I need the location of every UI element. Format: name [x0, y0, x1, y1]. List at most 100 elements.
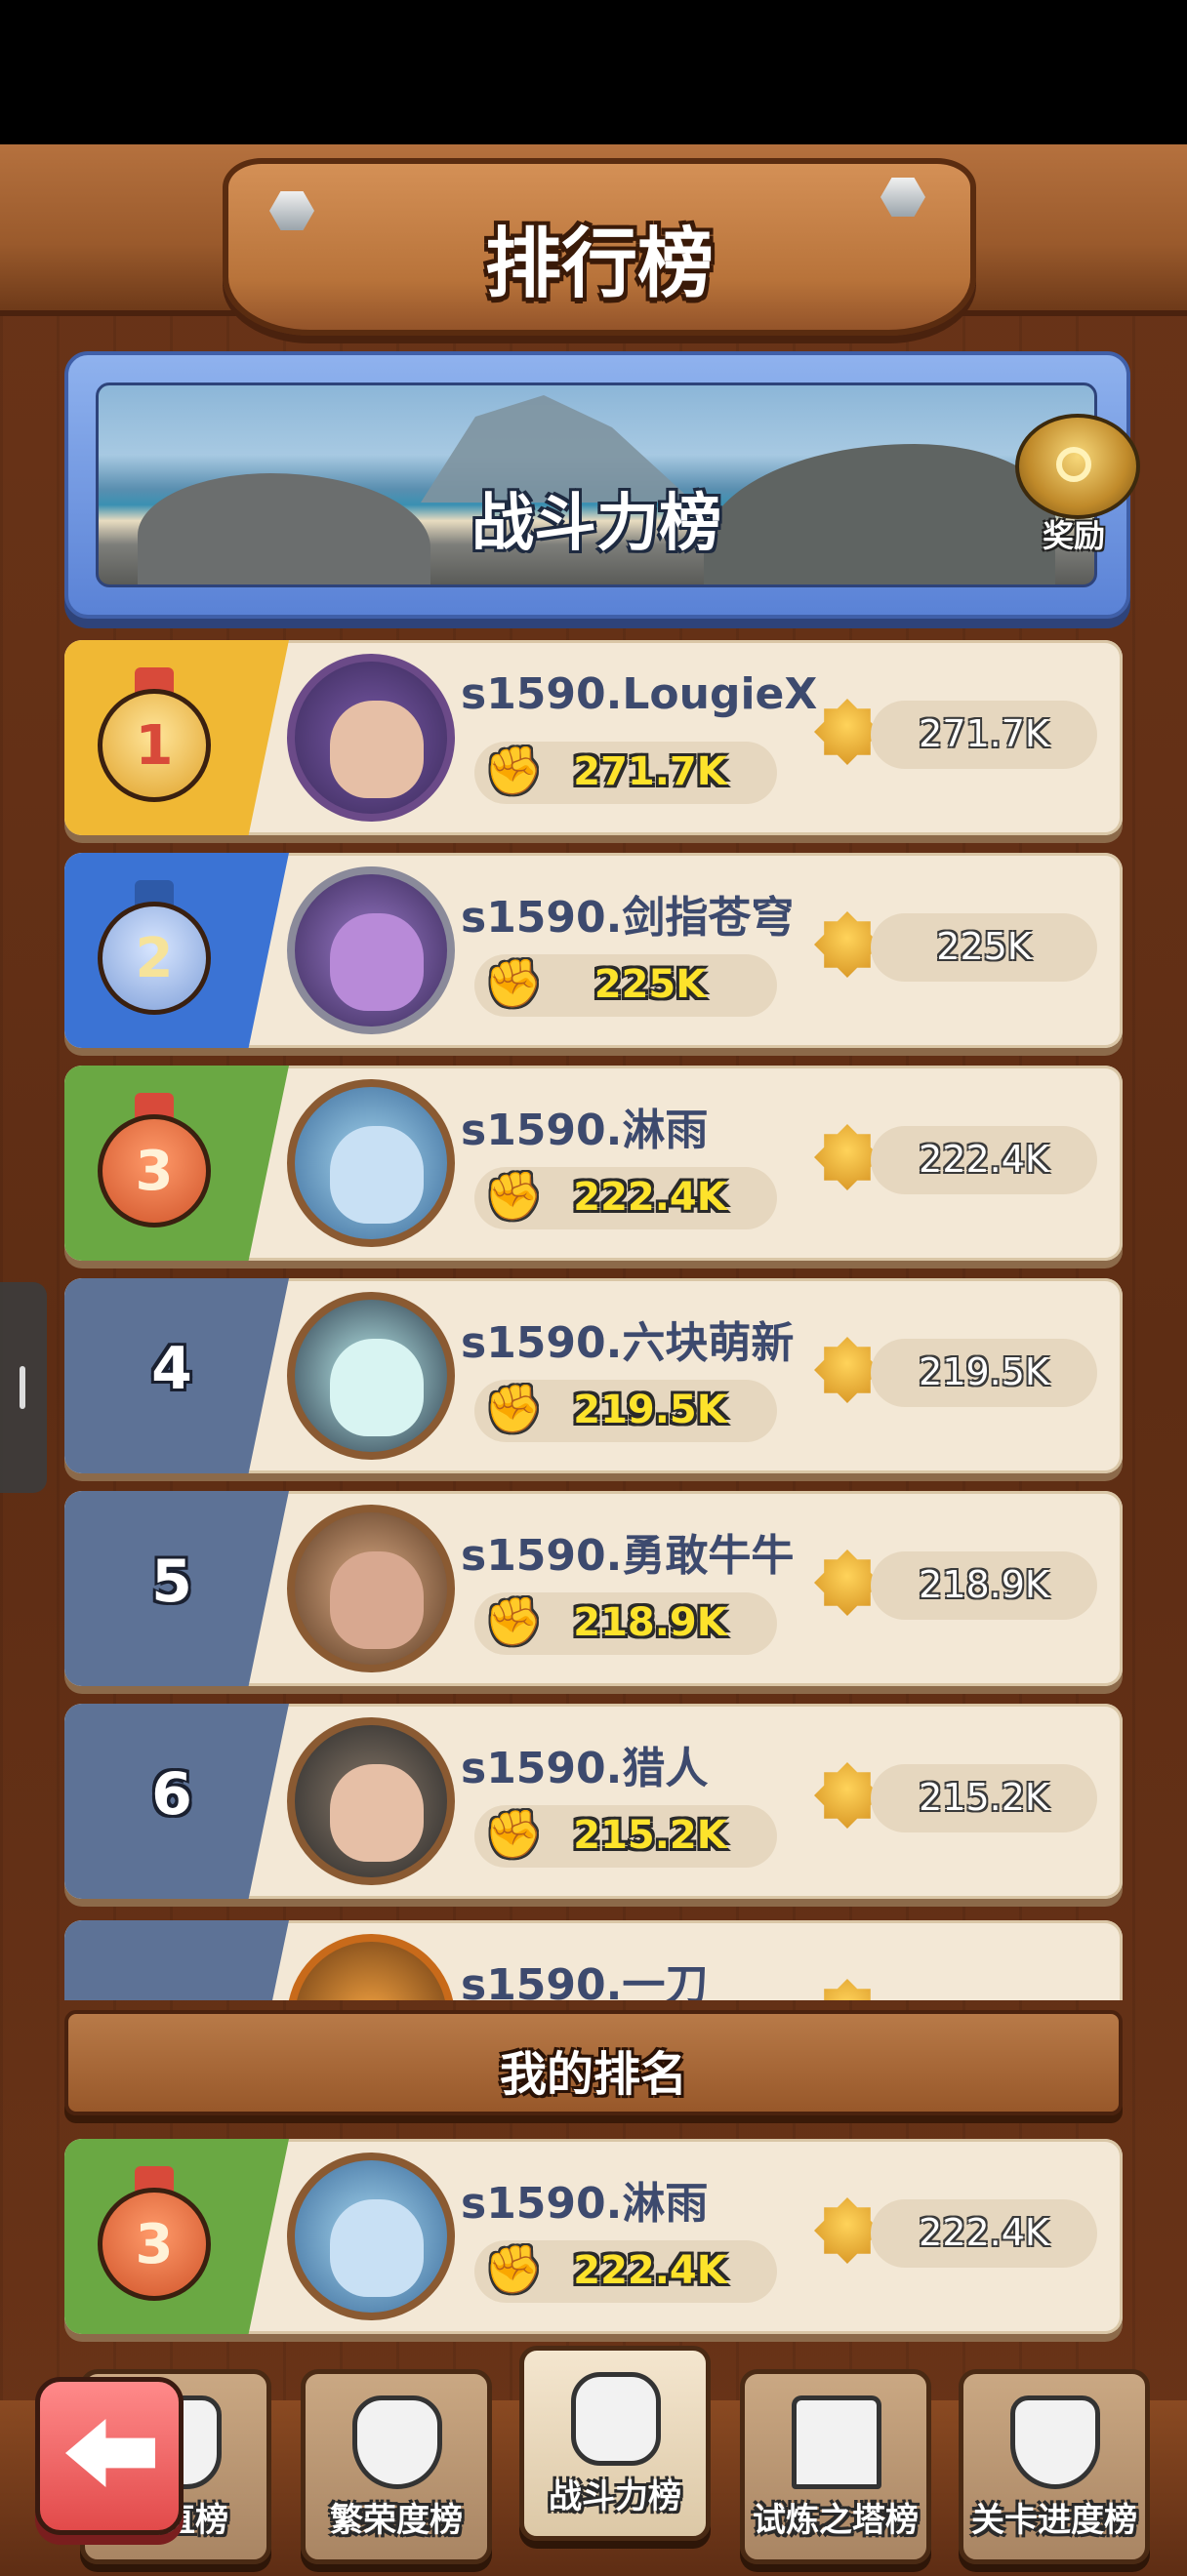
power-value: 222.4K	[573, 2248, 727, 2293]
player-name: s1590.猎人	[461, 1744, 709, 1793]
fist-icon	[571, 2372, 661, 2466]
score-pill: 271.7K	[871, 701, 1097, 769]
banner-title: 战斗力榜	[471, 488, 721, 560]
score-value: 271.7K	[919, 712, 1049, 755]
side-drawer-handle[interactable]	[0, 1282, 47, 1493]
rank-number: 5	[151, 1548, 192, 1616]
banner-scenery: 战斗力榜	[96, 382, 1097, 587]
leaderboard-row-partial[interactable]: s1590.一刀	[64, 1920, 1123, 2000]
power-value: 271.7K	[573, 749, 727, 794]
leaderboard-banner: 战斗力榜 奖励	[64, 351, 1140, 619]
score-pill: 218.9K	[871, 1551, 1097, 1620]
player-name: s1590.六块萌新	[461, 1318, 795, 1368]
fist-icon: ✊	[484, 1169, 543, 1224]
rank-panel: 1	[64, 640, 289, 835]
avatar[interactable]	[287, 866, 455, 1034]
tab-label: 繁荣度榜	[330, 2501, 463, 2540]
score-pill: 219.5K	[871, 1339, 1097, 1407]
my-rank-row[interactable]: 3 s1590.淋雨 ✊ 222.4K 222.4K	[64, 2139, 1123, 2334]
power-value: 225K	[594, 962, 707, 1007]
reward-chest-icon	[1015, 414, 1140, 519]
score-value: 219.5K	[919, 1350, 1049, 1393]
rank-panel: 2	[64, 853, 289, 1048]
fist-icon: ✊	[484, 2242, 543, 2297]
power-pill: ✊ 218.9K	[474, 1592, 777, 1655]
leaderboard-row[interactable]: 1 s1590.LougieX ✊ 271.7K 271.7K	[64, 640, 1123, 835]
avatar[interactable]	[287, 1934, 455, 2000]
page-title: 排行榜	[484, 221, 714, 308]
silver-medal-icon: 2	[94, 880, 215, 1017]
rank-panel	[64, 1920, 289, 2000]
rank-number: 4	[151, 1335, 192, 1403]
player-name: s1590.剑指苍穹	[461, 893, 795, 943]
leaderboard-row[interactable]: 3 s1590.淋雨 ✊ 222.4K 222.4K	[64, 1066, 1123, 1261]
tab-combat-power[interactable]: 战斗力榜	[519, 2346, 711, 2541]
rank-panel: 3	[64, 1066, 289, 1261]
player-name: s1590.一刀	[461, 1960, 709, 2000]
power-value: 219.5K	[573, 1388, 727, 1432]
leaderboard-row[interactable]: 5 s1590.勇敢牛牛 ✊ 218.9K 218.9K	[64, 1491, 1123, 1686]
tab-stage-progress[interactable]: 关卡进度榜	[959, 2369, 1150, 2564]
avatar[interactable]	[287, 1505, 455, 1672]
tab-label: 战斗力榜	[549, 2477, 681, 2516]
leaderboard-row[interactable]: 2 s1590.剑指苍穹 ✊ 225K 225K	[64, 853, 1123, 1048]
power-value: 222.4K	[573, 1175, 727, 1220]
score-value: 218.9K	[919, 1563, 1049, 1606]
power-pill: ✊ 222.4K	[474, 2240, 777, 2303]
reward-button[interactable]: 奖励	[1005, 414, 1142, 554]
tab-prosperity[interactable]: 繁荣度榜	[301, 2369, 492, 2564]
avatar[interactable]	[287, 2153, 455, 2320]
tower-icon	[792, 2395, 881, 2489]
back-arrow-icon	[65, 2419, 155, 2487]
avatar[interactable]	[287, 654, 455, 822]
player-name: s1590.淋雨	[461, 1106, 709, 1155]
power-pill: ✊ 219.5K	[474, 1380, 777, 1442]
leaderboard-row[interactable]: 6 s1590.猎人 ✊ 215.2K 215.2K	[64, 1704, 1123, 1899]
title-sign: 排行榜	[223, 158, 976, 336]
score-value: 222.4K	[919, 2211, 1049, 2254]
player-name: s1590.勇敢牛牛	[461, 1531, 795, 1581]
tab-trial-tower[interactable]: 试炼之塔榜	[740, 2369, 931, 2564]
reward-label: 奖励	[1042, 517, 1105, 554]
leaderboard-row[interactable]: 4 s1590.六块萌新 ✊ 219.5K 219.5K	[64, 1278, 1123, 1473]
power-value: 218.9K	[573, 1600, 727, 1645]
rank-panel: 5	[64, 1491, 289, 1686]
fist-icon: ✊	[484, 1382, 543, 1436]
player-name: s1590.LougieX	[461, 669, 818, 719]
castle-shield-icon	[352, 2395, 442, 2489]
avatar[interactable]	[287, 1292, 455, 1460]
tab-label: 试炼之塔榜	[753, 2501, 919, 2540]
my-rank-header: 我的排名	[64, 2010, 1123, 2115]
avatar[interactable]	[287, 1717, 455, 1885]
fist-icon: ✊	[484, 1807, 543, 1862]
leaderboard-row[interactable]: s1590.一刀	[64, 1920, 1123, 2000]
power-pill: ✊ 222.4K	[474, 1167, 777, 1229]
power-pill: ✊ 215.2K	[474, 1805, 777, 1868]
my-rank-title: 我的排名	[499, 2047, 687, 2102]
rank-panel: 4	[64, 1278, 289, 1473]
crown-shield-icon	[1010, 2395, 1100, 2489]
crown-badge-icon	[814, 1979, 880, 2000]
score-pill: 222.4K	[871, 2199, 1097, 2268]
fist-icon: ✊	[484, 956, 543, 1011]
power-value: 215.2K	[573, 1813, 727, 1858]
avatar[interactable]	[287, 1079, 455, 1247]
player-name: s1590.淋雨	[461, 2179, 709, 2229]
power-pill: ✊ 271.7K	[474, 742, 777, 804]
power-pill: ✊ 225K	[474, 954, 777, 1017]
bronze-medal-icon: 3	[94, 1093, 215, 1229]
tab-label: 关卡进度榜	[971, 2501, 1137, 2540]
score-value: 225K	[936, 925, 1032, 968]
rank-number: 6	[151, 1760, 192, 1829]
score-pill: 222.4K	[871, 1126, 1097, 1194]
fist-icon: ✊	[484, 744, 543, 798]
back-button[interactable]	[35, 2377, 184, 2535]
score-pill: 215.2K	[871, 1764, 1097, 1832]
score-value: 222.4K	[919, 1138, 1049, 1181]
score-value: 215.2K	[919, 1776, 1049, 1819]
bronze-medal-icon: 3	[94, 2166, 215, 2303]
fist-icon: ✊	[484, 1594, 543, 1649]
rank-panel: 6	[64, 1704, 289, 1899]
score-pill: 225K	[871, 913, 1097, 982]
gold-medal-icon: 1	[94, 667, 215, 804]
